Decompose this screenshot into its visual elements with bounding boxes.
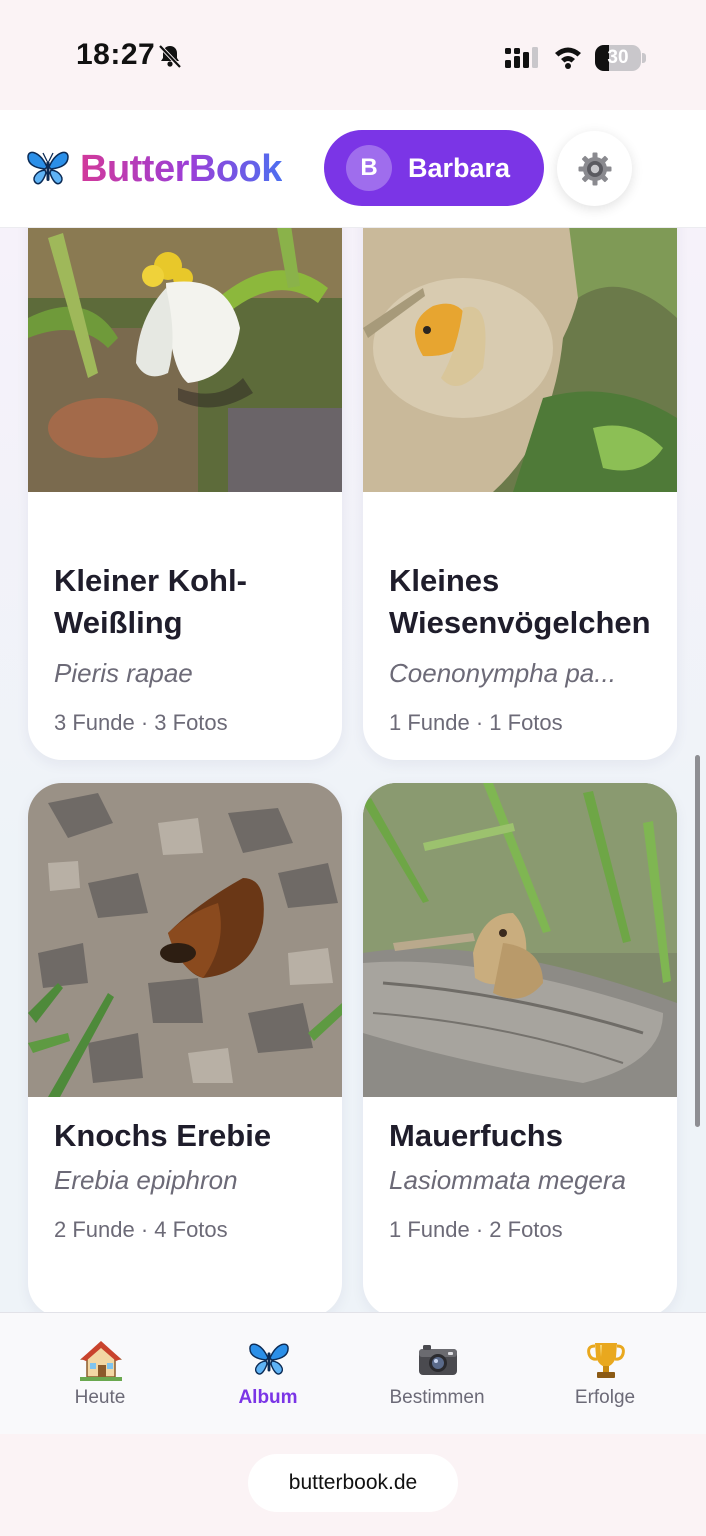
nav-label-bestimmen: Bestimmen: [389, 1387, 485, 1408]
brand-name: ButterBook: [80, 147, 282, 190]
species-scientific-name: Erebia epiphron: [54, 1165, 238, 1195]
bottom-nav: Heute Album Bestimmen Erfolge: [0, 1312, 706, 1434]
battery-percent: 30: [607, 47, 629, 68]
album-grid[interactable]: Kleiner Kohl- Weißling Pieris rapae 3 Fu…: [0, 228, 706, 1312]
signal-icon: [505, 47, 538, 68]
settings-button[interactable]: [557, 131, 632, 206]
species-scientific-name: Pieris rapae: [54, 658, 193, 688]
scrollbar[interactable]: [695, 755, 700, 1127]
species-stats: 3 Funde · 3 Fotos: [54, 710, 228, 735]
species-stats: 2 Funde · 4 Fotos: [54, 1217, 228, 1242]
species-card[interactable]: Knochs Erebie Erebia epiphron 2 Funde · …: [28, 783, 342, 1312]
species-card[interactable]: Mauerfuchs Lasiommata megera 1 Funde · 2…: [363, 783, 677, 1312]
species-common-name: Kleiner Kohl- Weißling: [54, 563, 247, 640]
species-photo: [363, 228, 677, 492]
species-photo: [28, 228, 342, 492]
battery-cap: [642, 53, 646, 63]
app-header: ButterBook B Barbara: [0, 110, 706, 228]
species-common-name: Knochs Erebie: [54, 1118, 272, 1153]
nav-item-erfolge[interactable]: Erfolge: [517, 1313, 693, 1435]
species-scientific-name: Coenonympha pa...: [389, 658, 616, 688]
trophy-icon: [587, 1343, 625, 1378]
species-card[interactable]: Kleiner Kohl- Weißling Pieris rapae 3 Fu…: [28, 228, 342, 760]
user-profile-button[interactable]: B Barbara: [324, 130, 544, 206]
screen: 18:27 30 ButterBook B Barbara Kleiner Ko…: [0, 0, 706, 1536]
gear-icon: [578, 152, 611, 185]
status-bar: 18:27 30: [0, 0, 706, 110]
species-photo: [363, 783, 677, 1097]
camera-icon: [419, 1345, 457, 1375]
species-card[interactable]: Kleines Wiesenvögelchen Coenonympha pa..…: [363, 228, 677, 760]
species-photo: [28, 783, 342, 1097]
nav-label-album: Album: [238, 1387, 298, 1408]
nav-label-heute: Heute: [74, 1387, 126, 1408]
species-common-name: Kleines Wiesenvögelchen: [389, 563, 651, 640]
nav-item-album[interactable]: Album: [180, 1313, 356, 1435]
status-time: 18:27: [76, 38, 156, 71]
nav-item-bestimmen[interactable]: Bestimmen: [349, 1313, 525, 1435]
url-field[interactable]: butterbook.de: [248, 1454, 458, 1512]
butterfly-logo-icon: [27, 151, 69, 185]
brand-logo[interactable]: ButterBook: [26, 147, 282, 191]
house-icon: [80, 1341, 122, 1381]
wifi-icon: [555, 47, 581, 69]
bell-muted-icon: [158, 44, 182, 69]
nav-item-heute[interactable]: Heute: [12, 1313, 188, 1435]
species-stats: 1 Funde · 1 Fotos: [389, 710, 563, 735]
avatar: B: [346, 145, 392, 191]
user-name: Barbara: [408, 152, 511, 183]
species-scientific-name: Lasiommata megera: [389, 1165, 626, 1195]
butterfly-icon: [249, 1343, 289, 1375]
species-stats: 1 Funde · 2 Fotos: [389, 1217, 563, 1242]
browser-bar: butterbook.de: [0, 1434, 706, 1536]
species-common-name: Mauerfuchs: [389, 1118, 563, 1153]
nav-label-erfolge: Erfolge: [574, 1387, 636, 1408]
battery-indicator: 30: [595, 45, 641, 71]
